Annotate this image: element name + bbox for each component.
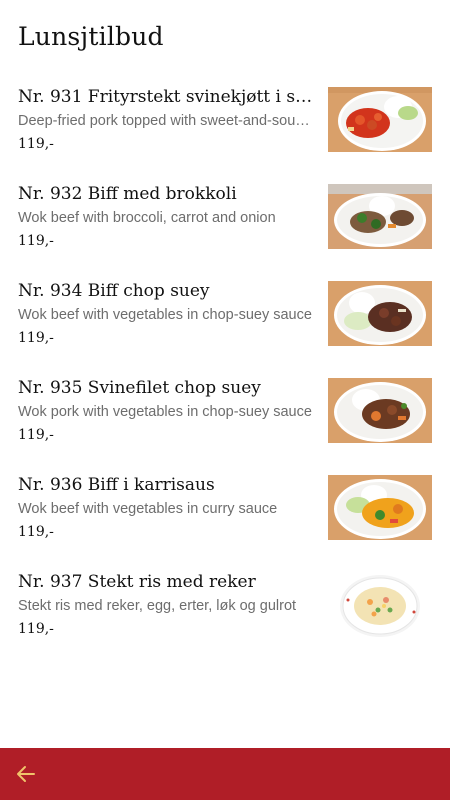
menu-item[interactable]: Nr. 934 Biff chop suey Wok beef with veg… xyxy=(0,272,450,369)
menu-item[interactable]: Nr. 935 Svinefilet chop suey Wok pork wi… xyxy=(0,369,450,466)
dish-photo xyxy=(328,475,432,540)
menu-list: Nr. 931 Frityrstekt svinekjøtt i sursøt … xyxy=(0,78,450,660)
dish-photo xyxy=(328,184,432,249)
menu-item-price: 119,- xyxy=(18,136,54,152)
menu-item-description: Wok beef with broccoli, carrot and onion xyxy=(18,210,276,226)
arrow-left-icon xyxy=(17,766,35,782)
menu-item-text: Nr. 936 Biff i karrisaus Wok beef with v… xyxy=(18,474,314,541)
dish-photo xyxy=(328,378,432,443)
menu-item-price: 119,- xyxy=(18,330,54,346)
menu-item-price: 119,- xyxy=(18,621,54,637)
menu-item-text: Nr. 935 Svinefilet chop suey Wok pork wi… xyxy=(18,377,314,444)
menu-item-description: Stekt ris med reker, egg, erter, løk og … xyxy=(18,598,297,614)
menu-item-text: Nr. 937 Stekt ris med reker Stekt ris me… xyxy=(18,571,314,638)
menu-item-description: Wok pork with vegetables in chop-suey sa… xyxy=(18,404,312,420)
bottom-bar xyxy=(0,748,450,800)
dish-photo xyxy=(328,87,432,152)
dish-photo xyxy=(328,572,432,637)
menu-item-text: Nr. 931 Frityrstekt svinekjøtt i sursøt … xyxy=(18,86,314,153)
menu-item[interactable]: Nr. 931 Frityrstekt svinekjøtt i sursøt … xyxy=(0,78,450,175)
menu-item-name: Nr. 931 Frityrstekt svinekjøtt i sursøt … xyxy=(18,87,314,107)
menu-item-text: Nr. 932 Biff med brokkoli Wok beef with … xyxy=(18,183,314,250)
menu-item[interactable]: Nr. 937 Stekt ris med reker Stekt ris me… xyxy=(0,563,450,660)
dish-photo xyxy=(328,281,432,346)
menu-item-price: 119,- xyxy=(18,233,54,249)
menu-item-price: 119,- xyxy=(18,524,54,540)
menu-item-name: Nr. 937 Stekt ris med reker xyxy=(18,572,256,592)
menu-item[interactable]: Nr. 936 Biff i karrisaus Wok beef with v… xyxy=(0,466,450,563)
menu-item-description: Wok beef with vegetables in chop-suey sa… xyxy=(18,307,312,323)
menu-item-description: Wok beef with vegetables in curry sauce xyxy=(18,501,278,517)
menu-item-name: Nr. 934 Biff chop suey xyxy=(18,281,210,301)
menu-item-name: Nr. 936 Biff i karrisaus xyxy=(18,475,215,495)
menu-item[interactable]: Nr. 932 Biff med brokkoli Wok beef with … xyxy=(0,175,450,272)
menu-item-text: Nr. 934 Biff chop suey Wok beef with veg… xyxy=(18,280,314,347)
back-button[interactable] xyxy=(8,756,44,792)
menu-item-name: Nr. 935 Svinefilet chop suey xyxy=(18,378,261,398)
menu-item-description: Deep-fried pork topped with sweet-and-so… xyxy=(18,113,314,129)
page-title: Lunsjtilbud xyxy=(18,22,164,51)
menu-item-name: Nr. 932 Biff med brokkoli xyxy=(18,184,237,204)
menu-item-price: 119,- xyxy=(18,427,54,443)
